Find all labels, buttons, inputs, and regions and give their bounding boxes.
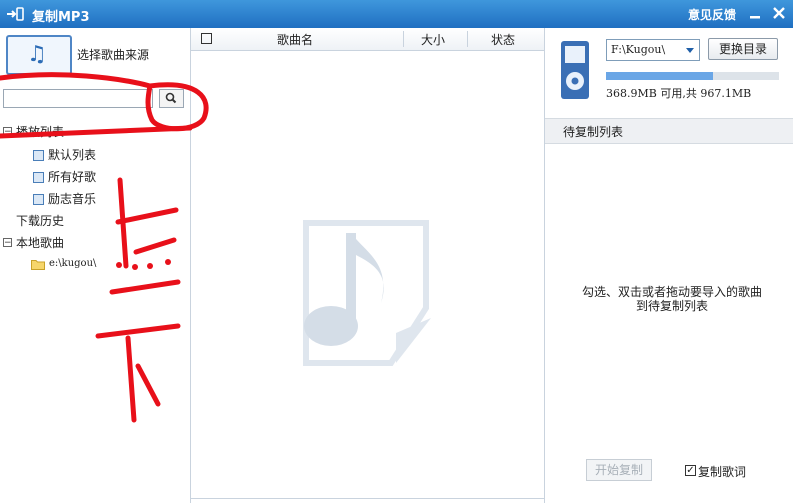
- storage-bar: [606, 72, 779, 80]
- song-list-header: 歌曲名 大小 状态: [191, 28, 544, 51]
- select-all-checkbox[interactable]: [201, 33, 212, 44]
- search-icon: [165, 92, 177, 104]
- chevron-down-icon: [686, 48, 694, 53]
- list-icon: [33, 194, 44, 205]
- collapse-icon[interactable]: −: [3, 127, 12, 137]
- copy-lyrics-label: 复制歌词: [698, 465, 747, 479]
- storage-text: 368.9MB 可用,共 967.1MB: [606, 87, 752, 100]
- title-bar: 复制MP3 意见反馈: [0, 0, 793, 28]
- tree-item-download-history[interactable]: 下载历史: [16, 212, 64, 229]
- tree-item-local-folder[interactable]: e:\kugou\: [49, 258, 96, 269]
- column-divider[interactable]: [403, 31, 404, 47]
- folder-icon: [31, 260, 45, 270]
- pending-list-title: 待复制列表: [563, 125, 624, 139]
- minimize-icon[interactable]: [747, 5, 763, 21]
- close-icon[interactable]: [771, 5, 787, 21]
- collapse-icon[interactable]: −: [3, 238, 12, 248]
- tree-item-default-list[interactable]: 默认列表: [48, 146, 96, 163]
- select-source-label[interactable]: 选择歌曲来源: [77, 46, 149, 63]
- empty-music-watermark-icon: [303, 220, 431, 366]
- search-button[interactable]: [159, 89, 184, 108]
- column-size[interactable]: 大小: [421, 31, 445, 48]
- source-panel: ♫ 选择歌曲来源 − 播放列表 默认列表 所有好歌 励志音乐 下载历史 − 本地…: [0, 28, 191, 503]
- storage-bar-fill: [606, 72, 714, 80]
- mp3-player-icon: [561, 41, 589, 99]
- window-title: 复制MP3: [32, 10, 90, 25]
- device-panel: F:\Kugou\ 更换目录 368.9MB 可用,共 967.1MB 待复制列…: [544, 28, 793, 503]
- song-list-panel: 歌曲名 大小 状态: [191, 28, 544, 503]
- column-status[interactable]: 状态: [491, 31, 515, 48]
- pending-hint-line1: 勾选、双击或者拖动要导入的歌曲: [581, 285, 762, 299]
- feedback-link[interactable]: 意见反馈: [688, 6, 736, 23]
- column-song-name[interactable]: 歌曲名: [277, 31, 313, 48]
- tree-item-motivational[interactable]: 励志音乐: [48, 190, 96, 207]
- list-icon: [33, 172, 44, 183]
- divider: [191, 498, 544, 499]
- pending-hint: 勾选、双击或者拖动要导入的歌曲 到待复制列表: [567, 285, 777, 313]
- select-source-button[interactable]: ♫: [6, 35, 72, 75]
- pending-hint-line2: 到待复制列表: [635, 299, 708, 313]
- pending-list-header: 待复制列表: [545, 118, 793, 144]
- column-divider[interactable]: [467, 31, 468, 47]
- music-note-icon: ♫: [27, 42, 47, 67]
- search-input[interactable]: [3, 89, 153, 108]
- start-copy-button[interactable]: 开始复制: [586, 459, 652, 481]
- change-directory-button[interactable]: 更换目录: [708, 38, 778, 60]
- tree-item-playlists[interactable]: 播放列表: [16, 123, 64, 140]
- drive-select-value: F:\Kugou\: [611, 43, 666, 56]
- tree-item-all-favorites[interactable]: 所有好歌: [48, 168, 96, 185]
- copy-lyrics-checkbox[interactable]: ✓: [685, 465, 696, 476]
- drive-select[interactable]: F:\Kugou\: [606, 39, 700, 61]
- tree-item-local-songs[interactable]: 本地歌曲: [16, 234, 64, 251]
- list-icon: [33, 150, 44, 161]
- import-arrow-icon: [7, 7, 24, 21]
